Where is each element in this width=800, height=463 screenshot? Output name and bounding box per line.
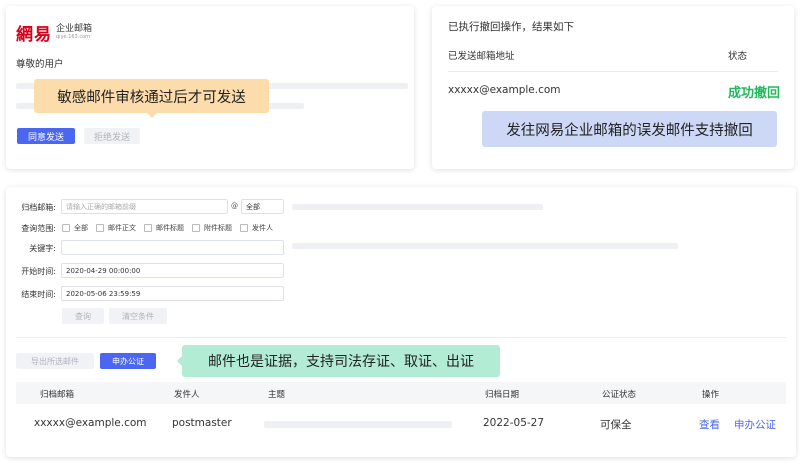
approve-send-button[interactable]: 同意发送 — [17, 128, 75, 144]
col-status-header: 状态 — [728, 51, 748, 62]
scope-option-body[interactable]: 邮件正文 — [96, 223, 136, 233]
row-sender: postmaster — [172, 417, 232, 429]
keyword-label: 关键字: — [29, 244, 56, 253]
archive-search-card: 归档邮箱: 请输入正确的邮箱前缀 @ 全部 查询范围: 全部 邮件正文 邮件标题… — [6, 187, 796, 457]
checkbox[interactable] — [62, 224, 70, 232]
checkbox[interactable] — [240, 224, 248, 232]
placeholder-line — [292, 243, 678, 249]
scope-option-sender[interactable]: 发件人 — [240, 223, 273, 233]
th-archive-date: 归档日期 — [485, 390, 520, 400]
scope-option-all[interactable]: 全部 — [62, 223, 88, 233]
col-address-header: 已发送邮箱地址 — [448, 51, 515, 62]
start-time-label: 开始时间: — [21, 267, 56, 276]
logo-name: 企业邮箱 — [56, 24, 93, 34]
clear-conditions-button[interactable]: 清空条件 — [109, 308, 167, 324]
checkbox[interactable] — [96, 224, 104, 232]
scope-option-attachment[interactable]: 附件标题 — [192, 223, 232, 233]
query-scope-label: 查询范围: — [21, 224, 56, 233]
domain-select[interactable]: 全部 — [241, 199, 284, 214]
archive-mailbox-label: 归档邮箱: — [21, 203, 56, 212]
row-notarization-status: 可保全 — [600, 419, 632, 431]
recall-banner-text: 发往网易企业邮箱的误发邮件支持撤回 — [506, 122, 753, 139]
recall-heading: 已执行撤回操作，结果如下 — [448, 21, 574, 33]
view-link[interactable]: 查看 — [699, 417, 720, 432]
checkbox[interactable] — [144, 224, 152, 232]
evidence-banner-text: 邮件也是证据，支持司法存证、取证、出证 — [208, 354, 474, 370]
apply-notarization-button[interactable]: 申办公证 — [100, 353, 156, 369]
th-archive-mailbox: 归档邮箱 — [40, 390, 75, 400]
table-row: xxxxx@example.com postmaster 2022-05-27 … — [16, 409, 786, 439]
netease-logo: 網易 企业邮箱 qiye.163.com — [16, 20, 93, 46]
at-symbol: @ — [231, 202, 238, 210]
end-time-input[interactable]: 2020-05-06 23:59:59 — [61, 286, 284, 301]
tooltip-text: 敏感邮件审核通过后才可发送 — [57, 89, 246, 106]
recall-banner: 发往网易企业邮箱的误发邮件支持撤回 — [482, 111, 777, 147]
evidence-banner: 邮件也是证据，支持司法存证、取证、出证 — [177, 345, 500, 377]
th-sender: 发件人 — [174, 390, 200, 400]
recall-status-badge: 成功撤回 — [728, 86, 781, 101]
banner-arrow — [177, 356, 182, 366]
th-actions: 操作 — [702, 390, 720, 400]
divider — [448, 71, 778, 72]
logo-brand: 網易 — [16, 25, 52, 45]
end-time-label: 结束时间: — [21, 290, 56, 299]
row-archive-date: 2022-05-27 — [483, 417, 545, 429]
th-notarization-status: 公证状态 — [602, 390, 637, 400]
query-scope-options: 全部 邮件正文 邮件标题 附件标题 发件人 — [62, 223, 281, 233]
checkbox[interactable] — [192, 224, 200, 232]
placeholder-line — [292, 204, 543, 210]
table-header: 归档邮箱 发件人 主题 归档日期 公证状态 操作 — [16, 382, 786, 404]
divider — [16, 337, 786, 338]
recall-row-address: xxxxx@example.com — [448, 84, 561, 96]
logo-domain: qiye.163.com — [56, 34, 90, 40]
query-button[interactable]: 查询 — [62, 308, 104, 324]
scope-option-subject[interactable]: 邮件标题 — [144, 223, 184, 233]
start-time-input[interactable]: 2020-04-29 00:00:00 — [61, 263, 284, 278]
export-selected-button[interactable]: 导出所选邮件 — [16, 353, 94, 369]
greeting-text: 尊敬的用户 — [16, 59, 64, 70]
notarize-link[interactable]: 申办公证 — [734, 417, 776, 432]
tooltip-arrow — [147, 113, 157, 118]
archive-mailbox-input[interactable]: 请输入正确的邮箱前缀 — [61, 199, 228, 214]
row-subject-placeholder — [264, 421, 452, 428]
row-archive-mailbox: xxxxx@example.com — [34, 417, 147, 429]
reject-send-button[interactable]: 拒绝发送 — [84, 128, 140, 144]
keyword-input[interactable] — [61, 240, 284, 255]
recall-result-card: 已执行撤回操作，结果如下 已发送邮箱地址 状态 xxxxx@example.co… — [432, 6, 794, 169]
sensitive-mail-tooltip: 敏感邮件审核通过后才可发送 — [34, 79, 269, 118]
th-subject: 主题 — [268, 390, 286, 400]
approval-card: 網易 企业邮箱 qiye.163.com 尊敬的用户 敏感邮件审核通过后才可发送… — [6, 6, 414, 169]
